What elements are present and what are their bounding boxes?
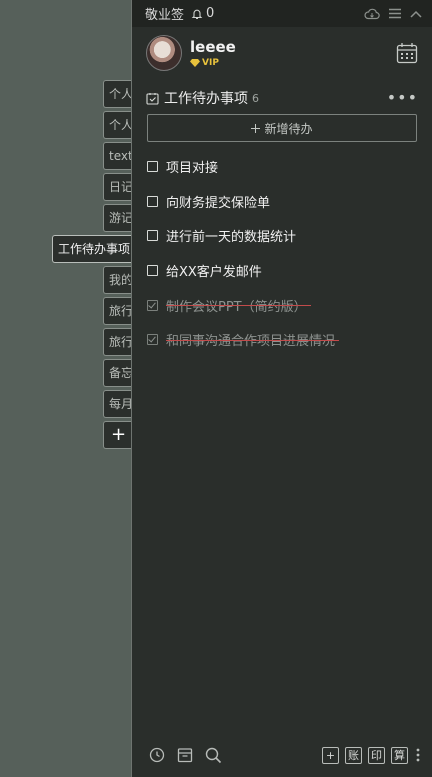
todo-checkbox-checked[interactable] [147,334,158,346]
more-options-button[interactable]: ••• [387,90,418,106]
cloud-sync-icon[interactable] [364,8,380,20]
search-icon[interactable] [205,747,222,764]
side-tab-label: 旅行 [109,304,134,318]
todo-text: 向财务提交保险单 [166,195,271,211]
ledger-button[interactable]: 账 [345,746,362,764]
add-todo-label: 新增待办 [264,121,313,136]
todo-text: 制作会议PPT（简约版） [166,296,311,315]
add-tab-button[interactable]: + [103,421,133,449]
user-header: leeee VIP [132,27,432,79]
todo-item-completed[interactable]: 制作会议PPT（简约版） [132,288,432,323]
clock-icon[interactable] [149,747,165,763]
todo-item[interactable]: 进行前一天的数据统计 [132,218,432,253]
todo-checkbox-checked[interactable] [147,299,158,311]
todo-text: 和同事沟通合作项目进展情况 [166,330,340,349]
side-tab-label: 工作待办事项 [58,242,131,256]
todo-text: 进行前一天的数据统计 [166,230,297,246]
collapse-icon[interactable] [410,10,422,18]
todo-list: 项目对接 向财务提交保险单 进行前一天的数据统计 给XX客户发邮件 制作会议PP… [132,149,432,357]
todo-item[interactable]: 给XX客户发邮件 [132,253,432,288]
side-tab-label: 日记 [109,180,134,194]
notification-count: 0 [206,6,215,21]
todo-item[interactable]: 项目对接 [132,149,432,184]
side-tab-label: 每月 [109,397,134,411]
plus-icon [251,123,261,133]
top-bar: 敬业签 0 [132,0,432,27]
todo-text: 项目对接 [166,160,219,176]
side-tab-label: 个人 [109,87,134,101]
notification-button[interactable]: 0 [191,6,214,21]
todo-checkbox[interactable] [147,195,158,207]
more-vertical-icon[interactable] [414,747,422,763]
todo-checkbox[interactable] [147,160,158,172]
side-tab-label: 个人 [109,118,134,132]
add-todo-button[interactable]: 新增待办 [147,114,417,142]
todo-item[interactable]: 向财务提交保险单 [132,184,432,219]
list-title: 工作待办事项 [164,91,248,107]
todo-checkbox[interactable] [147,230,158,242]
side-tab-label: 旅行 [109,335,134,349]
calculator-button[interactable]: 算 [391,746,408,764]
user-name: leeee [190,38,236,56]
side-tab-label: 游记 [109,211,134,225]
todo-checkbox[interactable] [147,264,158,276]
list-count: 6 [252,91,259,105]
print-button[interactable]: 印 [368,746,385,764]
side-tab-work-todo[interactable]: 工作待办事项 [52,235,135,263]
side-tab-label: 我的 [109,273,134,287]
todo-item-completed[interactable]: 和同事沟通合作项目进展情况 [132,322,432,357]
side-tab-label: text [109,149,133,163]
vip-label: VIP [202,58,219,68]
vip-badge: VIP [190,58,236,68]
notes-panel: 敬业签 0 leeee VIP 工作待办事项 6 ••• 新增待办 项目对接 向… [131,0,432,777]
bell-icon [191,9,203,19]
add-note-button[interactable]: + [322,746,339,764]
add-tab-label: + [110,424,127,445]
calendar-icon[interactable] [396,42,418,64]
checklist-icon [146,92,159,105]
avatar[interactable] [146,35,182,71]
todo-text: 给XX客户发邮件 [166,264,262,280]
side-tab-label: 备忘 [109,366,134,380]
archive-icon[interactable] [177,747,193,763]
app-brand: 敬业签 [145,8,185,23]
diamond-icon [190,59,200,67]
topbar-actions [364,8,422,20]
list-header: 工作待办事项 6 ••• [132,87,432,109]
menu-icon[interactable] [389,8,401,19]
bottom-toolbar: + 账 印 算 [132,733,432,777]
